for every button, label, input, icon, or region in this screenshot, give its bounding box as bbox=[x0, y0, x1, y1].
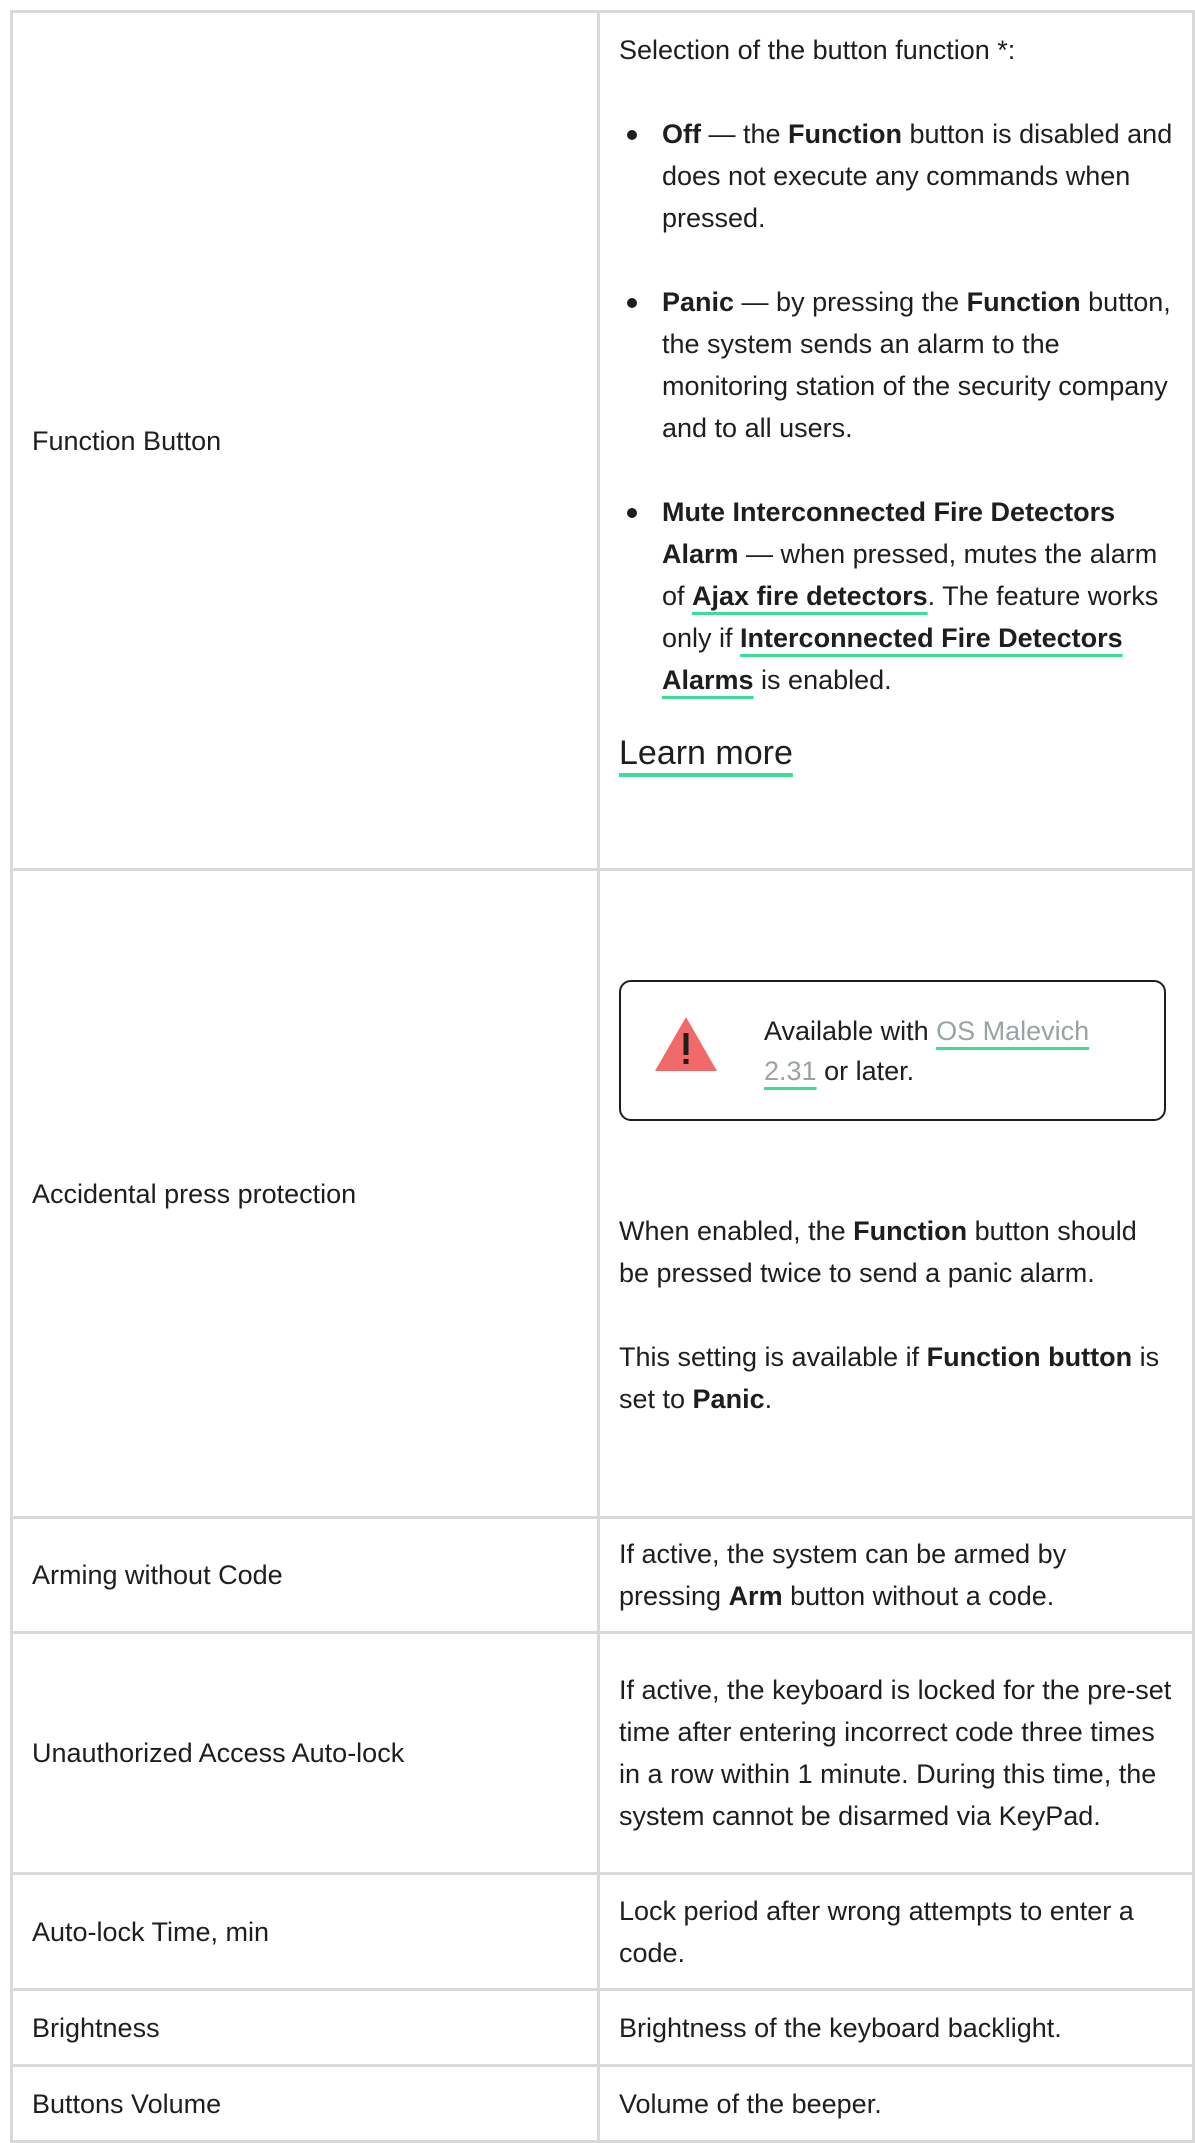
list-item: Off — the Function button is disabled an… bbox=[619, 113, 1173, 239]
setting-description: Brightness of the keyboard backlight. bbox=[600, 1991, 1195, 2064]
setting-name: Accidental press protection bbox=[13, 871, 600, 1516]
setting-description: Volume of the beeper. bbox=[600, 2067, 1195, 2140]
setting-name: Buttons Volume bbox=[13, 2067, 600, 2140]
warning-triangle-icon bbox=[655, 1017, 717, 1071]
table-row: Buttons Volume Volume of the beeper. bbox=[13, 2067, 1195, 2143]
settings-table: Function Button Selection of the button … bbox=[10, 10, 1195, 2143]
table-row: Auto-lock Time, min Lock period after wr… bbox=[13, 1875, 1195, 1991]
list-item: Mute Interconnected Fire Detectors Alarm… bbox=[619, 491, 1173, 701]
setting-name: Unauthorized Access Auto-lock bbox=[13, 1634, 600, 1872]
table-row: Accidental press protection Available wi… bbox=[13, 871, 1195, 1519]
list-item: Panic — by pressing the Function button,… bbox=[619, 281, 1173, 449]
table-row: Function Button Selection of the button … bbox=[13, 13, 1195, 871]
table-row: Arming without Code If active, the syste… bbox=[13, 1519, 1195, 1634]
setting-name: Arming without Code bbox=[13, 1519, 600, 1631]
description-intro: Selection of the button function *: bbox=[619, 35, 1016, 65]
setting-description: Lock period after wrong attempts to ente… bbox=[600, 1875, 1195, 1988]
table-row: Brightness Brightness of the keyboard ba… bbox=[13, 1991, 1195, 2067]
setting-description: If active, the system can be armed by pr… bbox=[600, 1519, 1195, 1631]
setting-description: Selection of the button function *: Off … bbox=[600, 13, 1195, 868]
description-paragraph: This setting is available if Function bu… bbox=[619, 1342, 1160, 1414]
setting-name: Auto-lock Time, min bbox=[13, 1875, 600, 1988]
learn-more-link[interactable]: Learn more bbox=[619, 734, 793, 772]
availability-note: Available with OS Malevich 2.31 or later… bbox=[619, 980, 1166, 1121]
note-text: Available with OS Malevich 2.31 or later… bbox=[764, 1015, 1090, 1086]
table-row: Unauthorized Access Auto-lock If active,… bbox=[13, 1634, 1195, 1875]
setting-description: Available with OS Malevich 2.31 or later… bbox=[600, 871, 1195, 1516]
description-paragraph: When enabled, the Function button should… bbox=[619, 1216, 1137, 1288]
ajax-fire-detectors-link[interactable]: Ajax fire detectors bbox=[692, 581, 928, 611]
setting-description: If active, the keyboard is locked for th… bbox=[600, 1634, 1195, 1872]
setting-name: Function Button bbox=[13, 13, 600, 868]
function-options-list: Off — the Function button is disabled an… bbox=[619, 113, 1173, 701]
setting-name: Brightness bbox=[13, 1991, 600, 2064]
